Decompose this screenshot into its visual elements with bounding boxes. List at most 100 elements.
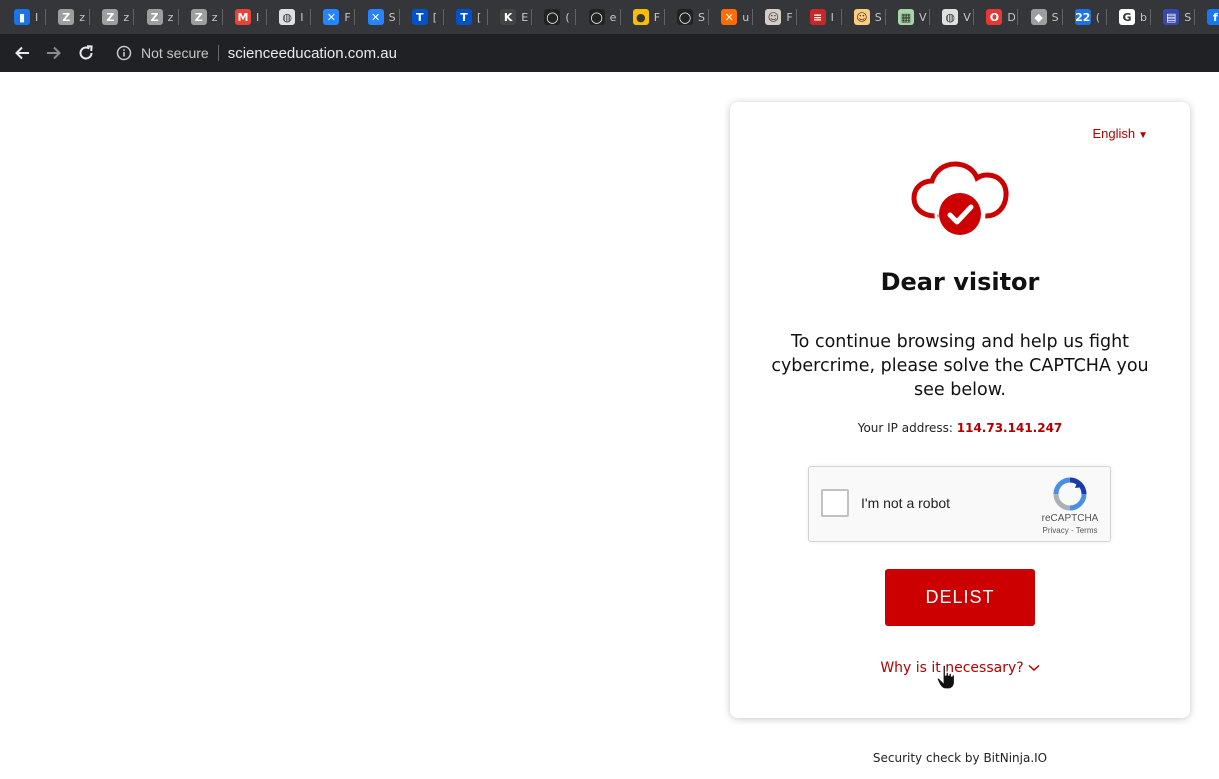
tab-title: ( [565, 10, 570, 24]
tab-separator [752, 9, 754, 25]
tab-title: I [300, 10, 304, 24]
browser-tab[interactable]: ▮ I [14, 8, 46, 26]
confluence-icon: ✕ [323, 9, 340, 25]
tab-separator [973, 9, 975, 25]
browser-tab[interactable]: T[ [411, 8, 444, 26]
browser-tab[interactable]: ◯( [544, 8, 577, 26]
browser-tab[interactable]: ◯ e [588, 8, 621, 26]
tab-separator [221, 9, 223, 25]
browser-tab[interactable]: ▤ S [1163, 8, 1196, 26]
browser-tab[interactable]: ☺ S [853, 8, 886, 26]
recaptcha-links[interactable]: Privacy - Terms [1031, 526, 1109, 535]
browser-tab[interactable]: KE [500, 8, 533, 26]
tab-separator [266, 9, 267, 25]
trello-icon: T [411, 9, 428, 25]
language-selector[interactable]: English ▼ [1092, 126, 1148, 141]
list-icon: ≡ [809, 9, 826, 25]
confluence-icon: ✕ [367, 9, 384, 25]
tab-title: I [35, 10, 39, 24]
tab-separator [310, 9, 312, 25]
tab-title: S [388, 10, 396, 24]
tab-separator [398, 9, 400, 25]
browser-tab[interactable]: ▦ V [898, 8, 930, 26]
browser-tab[interactable]: ● F [632, 8, 665, 26]
security-status[interactable]: Not secure [141, 45, 209, 61]
browser-tab[interactable]: Gb [1119, 8, 1151, 26]
tab-title: S [698, 10, 705, 24]
tab-title: u [742, 10, 750, 24]
opera-icon: O [986, 9, 1003, 25]
lightbulb-icon: ● [632, 9, 649, 25]
browser-tab[interactable]: ◍ I [279, 8, 312, 26]
tab-title: ( [1095, 10, 1101, 24]
tab-separator [45, 9, 46, 25]
tab-title: e [609, 10, 617, 24]
x-icon: ✕ [721, 9, 738, 25]
tab-separator [177, 9, 179, 25]
grid-icon: ▦ [898, 9, 914, 25]
tab-title: F [786, 10, 793, 24]
tab-separator [354, 9, 356, 25]
info-icon[interactable] [116, 45, 132, 61]
terminal-icon: ▤ [1163, 9, 1180, 25]
recaptcha-checkbox[interactable] [821, 489, 849, 517]
tab-title: S [874, 10, 882, 24]
shield-icon: ◆ [1030, 9, 1047, 25]
browser-tab[interactable]: f [1207, 8, 1219, 26]
browser-tab[interactable]: Zz [58, 8, 91, 26]
forward-button[interactable] [38, 37, 70, 69]
tab-title: V [963, 10, 971, 24]
address-bar[interactable]: Not secure scienceeducation.com.au [116, 38, 397, 68]
tab-separator [487, 9, 488, 25]
recaptcha-label: I'm not a robot [861, 495, 951, 511]
browser-tab[interactable]: OD [986, 8, 1019, 26]
omnibox-divider [217, 45, 219, 61]
language-label: English [1092, 126, 1136, 141]
tab-separator [663, 9, 665, 25]
back-button[interactable] [6, 37, 38, 69]
why-necessary-link[interactable]: Why is it necessary? [730, 660, 1190, 676]
browser-tab[interactable]: MI [235, 8, 267, 26]
delist-button[interactable]: DELIST [885, 569, 1035, 626]
browser-tab[interactable]: ✕ u [721, 8, 754, 26]
browser-tab[interactable]: Zz [190, 8, 223, 26]
facebook-icon: f [1207, 9, 1219, 25]
browser-tab[interactable]: ≡ I [809, 8, 842, 26]
browser-tab[interactable]: ☺ F [765, 8, 798, 26]
browser-tab[interactable]: ◯ S [677, 8, 709, 26]
gmail-icon: M [235, 9, 251, 25]
z-icon: Z [58, 9, 75, 25]
tab-title: I [830, 10, 834, 24]
tab-separator [929, 9, 930, 25]
tab-separator [1061, 9, 1063, 25]
browser-tab[interactable]: Zz [102, 8, 135, 26]
browser-tab[interactable]: ◍ V [942, 8, 975, 26]
browser-tab[interactable]: T[ [456, 8, 488, 26]
trello-icon: T [456, 9, 472, 25]
tab-separator [89, 9, 91, 25]
cloud-check-icon [911, 161, 1009, 238]
tab-title: S [1184, 10, 1192, 24]
recaptcha-widget: I'm not a robot reCAPTCHA Privacy - Term… [808, 466, 1111, 542]
tab-title: z [167, 10, 174, 24]
ip-address-value: 114.73.141.247 [956, 421, 1063, 435]
url-text[interactable]: scienceeducation.com.au [228, 45, 397, 62]
z-icon: Z [190, 9, 207, 25]
tab-separator [1017, 9, 1019, 25]
chevron-down-icon [1028, 664, 1040, 672]
tab-title: [ [432, 10, 438, 24]
browser-tab[interactable]: ✕ S [367, 8, 400, 26]
browser-tab[interactable]: 22 ( [1074, 8, 1107, 26]
browser-tab[interactable]: ◆ S [1030, 8, 1063, 26]
browser-tab[interactable]: ✕ F [323, 8, 356, 26]
tab-title: [ [477, 10, 482, 24]
avatar-icon: ☺ [765, 9, 782, 25]
tab-title: I [256, 10, 260, 24]
reload-button[interactable] [70, 37, 102, 69]
browser-tab[interactable]: Zz [146, 8, 179, 26]
ip-address-line: Your IP address: 114.73.141.247 [730, 421, 1190, 435]
browser-toolbar: Not secure scienceeducation.com.au [0, 34, 1219, 72]
google-icon: G [1119, 9, 1135, 25]
tab-separator [619, 9, 621, 25]
tab-title: F [344, 10, 351, 24]
